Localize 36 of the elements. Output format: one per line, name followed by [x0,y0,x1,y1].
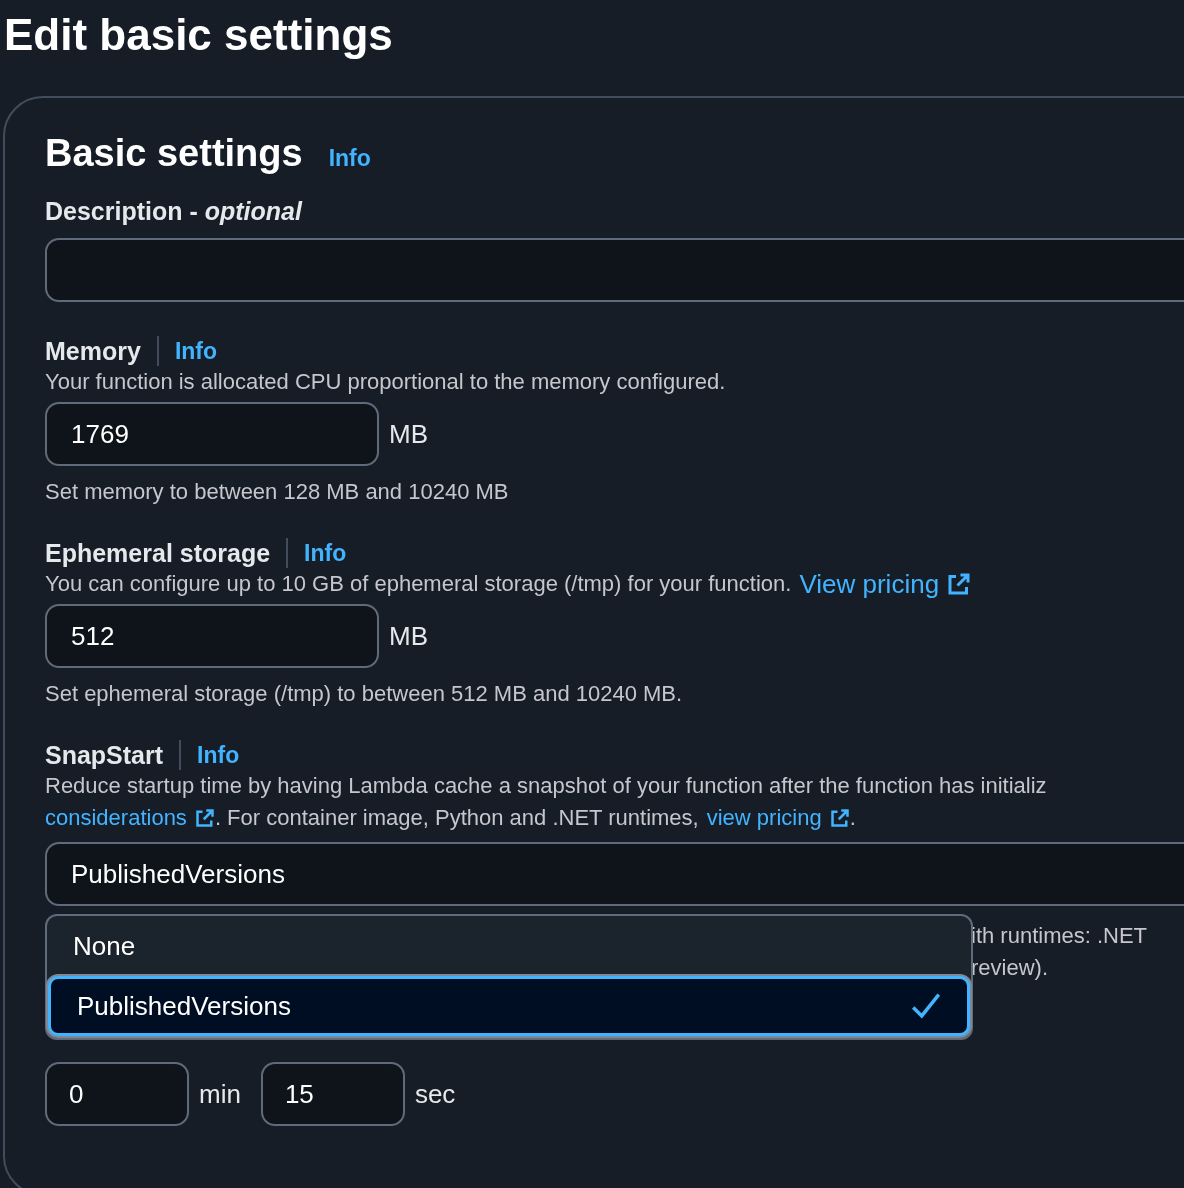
field-label: Description - optional [45,197,304,226]
unit-label: sec [414,1078,456,1110]
storage-input[interactable]: 512 [45,604,379,668]
field-label: Ephemeral storage [45,538,271,568]
memory-input[interactable]: 1769 [45,402,379,466]
snapstart-select[interactable]: PublishedVersions [45,842,1184,906]
external-link-icon [194,808,215,828]
hint-text: Reduce startup time by having Lambda cache a snapshot of your function after the function has initializ [45,772,1048,800]
constraint-text: Set memory to between 128 MB and 10240 MB [45,478,510,506]
unit-label: min [199,1078,241,1110]
page-title: Edit basic settings [3,9,394,61]
note-text: review). [971,954,1049,982]
external-link-icon [829,808,850,828]
constraint-text: Set ephemeral storage (/tmp) to between 512 MB and 10240 MB. [45,680,684,708]
hint-text: You can configure up to 10 GB of ephemeral storage (/tmp) for your function. [45,570,792,598]
minutes-input[interactable]: 0 [45,1062,189,1126]
hint-text: . For container image, Python and .NET runtimes, [214,804,699,832]
info-link[interactable]: Info [304,539,347,567]
dropdown-option[interactable]: PublishedVersions [48,976,970,1036]
hint-text: Your function is allocated CPU proportional to the memory configured. [45,368,727,396]
info-link[interactable]: Info [328,145,371,172]
considerations-link[interactable]: considerations [45,805,187,831]
pricing-link[interactable]: View pricing [799,568,940,600]
pricing-link[interactable]: view pricing [706,805,822,831]
seconds-input[interactable]: 15 [260,1062,405,1126]
section-heading: Basic settings [45,132,303,175]
external-link-icon [947,572,972,596]
info-link[interactable]: Info [197,741,240,769]
unit-label: MB [389,620,428,652]
field-label: SnapStart [45,740,164,770]
description-field[interactable] [45,238,1184,302]
info-link[interactable]: Info [174,337,218,365]
dropdown-option[interactable]: None [47,916,971,976]
unit-label: MB [389,418,428,450]
field-label: Memory [45,336,141,366]
hint-text: . [849,804,856,832]
